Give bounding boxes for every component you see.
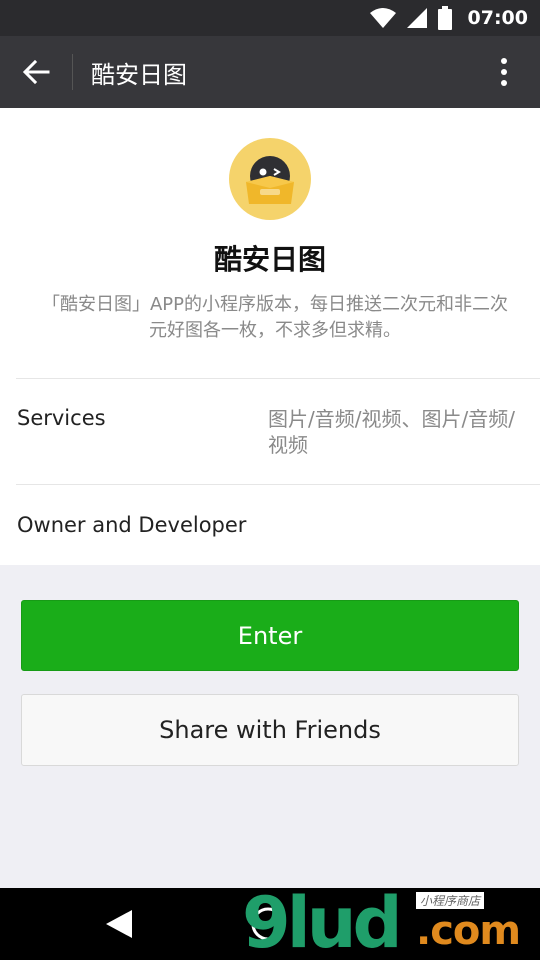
more-vertical-icon bbox=[501, 58, 507, 86]
arrow-left-icon bbox=[22, 59, 50, 85]
nav-back-icon[interactable] bbox=[96, 908, 136, 940]
app-info-card: 酷安日图 「酷安日图」APP的小程序版本，每日推送二次元和非二次元好图各一枚，不… bbox=[0, 108, 540, 565]
divider bbox=[16, 378, 540, 379]
page-title: 酷安日图 bbox=[91, 60, 187, 89]
app-logo bbox=[229, 138, 311, 220]
more-button[interactable] bbox=[468, 36, 540, 108]
status-time: 07:00 bbox=[467, 7, 528, 29]
wifi-icon bbox=[369, 7, 396, 29]
title-bar: 酷安日图 bbox=[0, 36, 540, 108]
enter-button[interactable]: Enter bbox=[21, 600, 519, 671]
battery-icon bbox=[437, 6, 452, 30]
services-label: Services bbox=[17, 406, 106, 430]
services-value: 图片/音频/视频、图片/音频/视频 bbox=[268, 407, 515, 457]
signal-icon bbox=[406, 7, 428, 29]
divider bbox=[16, 484, 540, 485]
navigation-bar bbox=[0, 888, 540, 960]
app-description: 「酷安日图」APP的小程序版本，每日推送二次元和非二次元好图各一枚，不求多但求精… bbox=[41, 294, 509, 341]
status-bar: 07:00 bbox=[0, 0, 540, 36]
app-name: 酷安日图 bbox=[213, 243, 326, 276]
title-divider bbox=[72, 54, 73, 90]
share-with-friends-button[interactable]: Share with Friends bbox=[21, 694, 519, 766]
owner-developer-row[interactable]: Owner and Developer bbox=[17, 513, 246, 537]
back-button[interactable] bbox=[0, 36, 72, 108]
nav-home-icon[interactable] bbox=[248, 904, 288, 944]
screen: 07:00 酷安日图 酷安日图 「酷安日图」APP的小程序版本，每日推送二次元和… bbox=[0, 0, 540, 960]
